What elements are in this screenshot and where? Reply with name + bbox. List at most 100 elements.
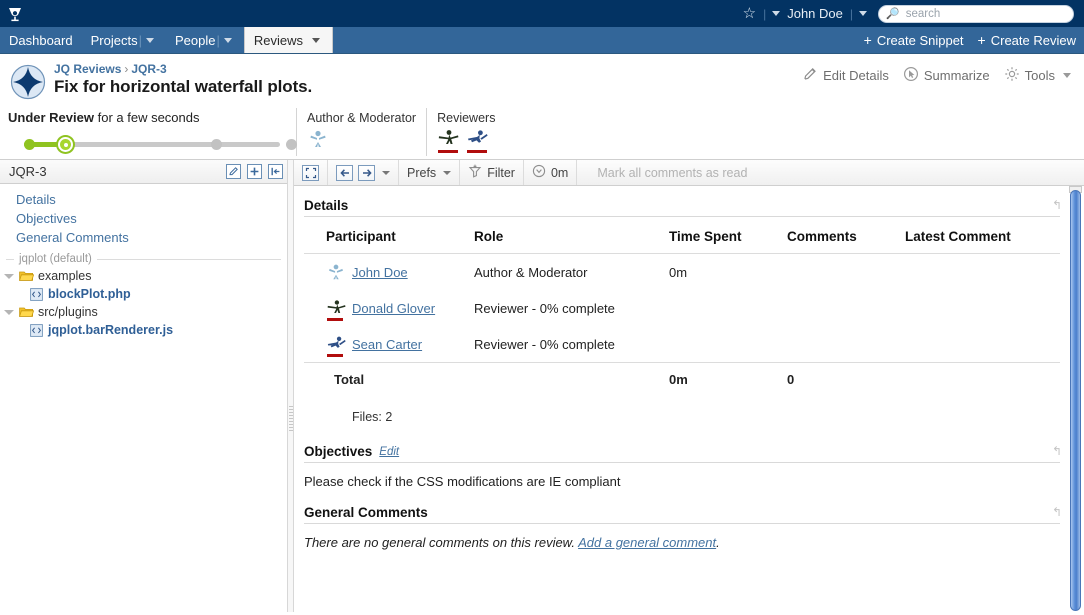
donald-glover-avatar[interactable] (437, 128, 459, 153)
review-status: Under Review for a few seconds (0, 108, 297, 152)
chevron-down-icon[interactable] (4, 309, 14, 315)
objectives-edit-link[interactable]: Edit (379, 446, 399, 459)
edit-details-button[interactable]: Edit Details (802, 66, 889, 85)
scrollbar-thumb[interactable] (1070, 190, 1081, 611)
chevron-down-icon[interactable] (311, 37, 320, 43)
review-sidebar: JQR-3 Details Objectives General Comment… (0, 160, 288, 612)
sidebar-item-general-comments[interactable]: General Comments (0, 228, 287, 247)
tab-reviews[interactable]: Reviews (243, 27, 333, 53)
role-cell: Reviewer - 0% complete (474, 336, 615, 352)
chevron-down-icon[interactable] (145, 37, 154, 43)
objectives-text: Please check if the CSS modifications ar… (304, 474, 621, 489)
nav-chevron-down-icon[interactable] (382, 170, 390, 175)
search-box[interactable]: 🔍 (878, 4, 1074, 23)
collapse-section-icon[interactable]: ↰ (1052, 444, 1062, 459)
prefs-chevron-down-icon[interactable] (443, 170, 452, 175)
status-strip: Under Review for a few seconds Author & … (0, 108, 1084, 160)
collapse-section-icon[interactable]: ↰ (1052, 505, 1062, 520)
nav-tab-label: Dashboard (9, 32, 73, 48)
time-spent-cell (669, 326, 787, 363)
slider-step-4[interactable] (286, 139, 297, 150)
collapse-left-icon[interactable] (268, 164, 283, 179)
time-group[interactable]: 0m (524, 160, 578, 185)
edit-pencil-icon[interactable] (226, 164, 241, 179)
tree-file-label: jqplot.barRenderer.js (48, 323, 174, 337)
star-icon[interactable]: ☆ (739, 6, 760, 21)
breadcrumb-id-link[interactable]: JQR-3 (131, 62, 166, 76)
sidebar-item-objectives[interactable]: Objectives (0, 209, 287, 228)
expand-group (294, 160, 328, 185)
slider-step-3[interactable] (211, 139, 222, 150)
tree-file-label: blockPlot.php (48, 287, 131, 301)
plus-icon: + (977, 32, 986, 48)
sean-carter-avatar[interactable] (326, 334, 346, 357)
tree-folder-src-plugins[interactable]: src/plugins (0, 303, 287, 321)
status-slider[interactable] (8, 137, 297, 152)
add-general-comment-link[interactable]: Add a general comment (578, 535, 716, 550)
review-titles: JQ Reviews › JQR-3 Fix for horizontal wate… (54, 60, 312, 97)
slider-handle[interactable] (58, 137, 73, 152)
participant-link[interactable]: Donald Glover (352, 301, 435, 316)
chevron-down-icon[interactable] (223, 37, 232, 43)
main-toolbar: Prefs Filter 0m Mark all comments as rea… (294, 160, 1084, 186)
sidebar-item-people[interactable]: People | (166, 27, 244, 53)
arrow-left-icon[interactable] (336, 164, 353, 181)
filter-group[interactable]: Filter (460, 160, 524, 185)
sidebar-item-details[interactable]: Details (0, 190, 287, 209)
plus-icon[interactable] (247, 164, 262, 179)
star-menu-chevron-down-icon[interactable] (772, 11, 781, 16)
create-review-label: Create Review (990, 32, 1076, 48)
summarize-icon (903, 66, 919, 85)
funnel-icon (468, 164, 482, 181)
main-panel: Prefs Filter 0m Mark all comments as rea… (294, 160, 1084, 612)
review-diamond-icon (10, 64, 46, 100)
main-nav-bar: Dashboard Projects | People | Reviews + … (0, 27, 1084, 54)
tree-file-barrenderer[interactable]: jqplot.barRenderer.js (0, 321, 287, 339)
tools-label: Tools (1024, 68, 1055, 83)
details-section-title: Details (304, 198, 349, 213)
chevron-down-icon[interactable] (1063, 73, 1071, 78)
participant-link[interactable]: Sean Carter (352, 337, 422, 352)
summarize-button[interactable]: Summarize (903, 66, 990, 85)
table-files-row: Files: 2 (304, 396, 1060, 432)
body-area: JQR-3 Details Objectives General Comment… (0, 160, 1084, 612)
reviewers-label: Reviewers (437, 111, 496, 125)
trailing-period: . (716, 535, 720, 550)
prefs-group[interactable]: Prefs (399, 160, 461, 185)
total-label: Total (304, 362, 474, 396)
breadcrumb-root-link[interactable]: JQ Reviews (54, 62, 121, 76)
create-snippet-button[interactable]: + Create Snippet (864, 33, 964, 48)
general-comments-section-title: General Comments (304, 505, 428, 520)
participant-link[interactable]: John Doe (352, 265, 408, 280)
sidebar-item-projects[interactable]: Projects | (82, 27, 166, 53)
vertical-scrollbar[interactable] (1069, 186, 1082, 611)
slider-step-1[interactable] (24, 139, 35, 150)
time-spent-cell (669, 290, 787, 326)
swarm-logo-icon[interactable] (6, 5, 24, 23)
comments-cell (787, 326, 905, 363)
user-menu-label[interactable]: John Doe (783, 6, 847, 21)
search-input[interactable] (903, 6, 1066, 21)
create-review-button[interactable]: + Create Review (978, 33, 1076, 48)
nav-tab-label: People (174, 32, 216, 48)
collapse-section-icon[interactable]: ↰ (1052, 198, 1062, 213)
mark-read-group[interactable]: Mark all comments as read (577, 160, 755, 185)
tree-file-blockplot[interactable]: blockPlot.php (0, 285, 287, 303)
edit-details-label: Edit Details (823, 68, 889, 83)
sean-carter-avatar[interactable] (466, 128, 488, 153)
author-moderator-column: Author & Moderator (296, 108, 426, 156)
tree-folder-examples[interactable]: examples (0, 267, 287, 285)
mark-all-read-button[interactable]: Mark all comments as read (585, 166, 747, 180)
splitter-grip[interactable] (289, 406, 293, 432)
tools-button[interactable]: Tools (1004, 66, 1074, 85)
fullscreen-icon[interactable] (302, 164, 319, 181)
user-menu-chevron-down-icon[interactable] (859, 11, 867, 16)
john-doe-avatar[interactable] (326, 262, 346, 282)
sidebar-item-dashboard[interactable]: Dashboard (0, 27, 82, 53)
top-bar-right: ☆ | John Doe | 🔍 (739, 4, 1084, 23)
donald-glover-avatar[interactable] (326, 298, 346, 321)
chevron-down-icon[interactable] (4, 273, 14, 279)
divider: | (216, 32, 220, 48)
arrow-right-icon[interactable] (358, 164, 375, 181)
john-doe-avatar[interactable] (307, 128, 329, 150)
